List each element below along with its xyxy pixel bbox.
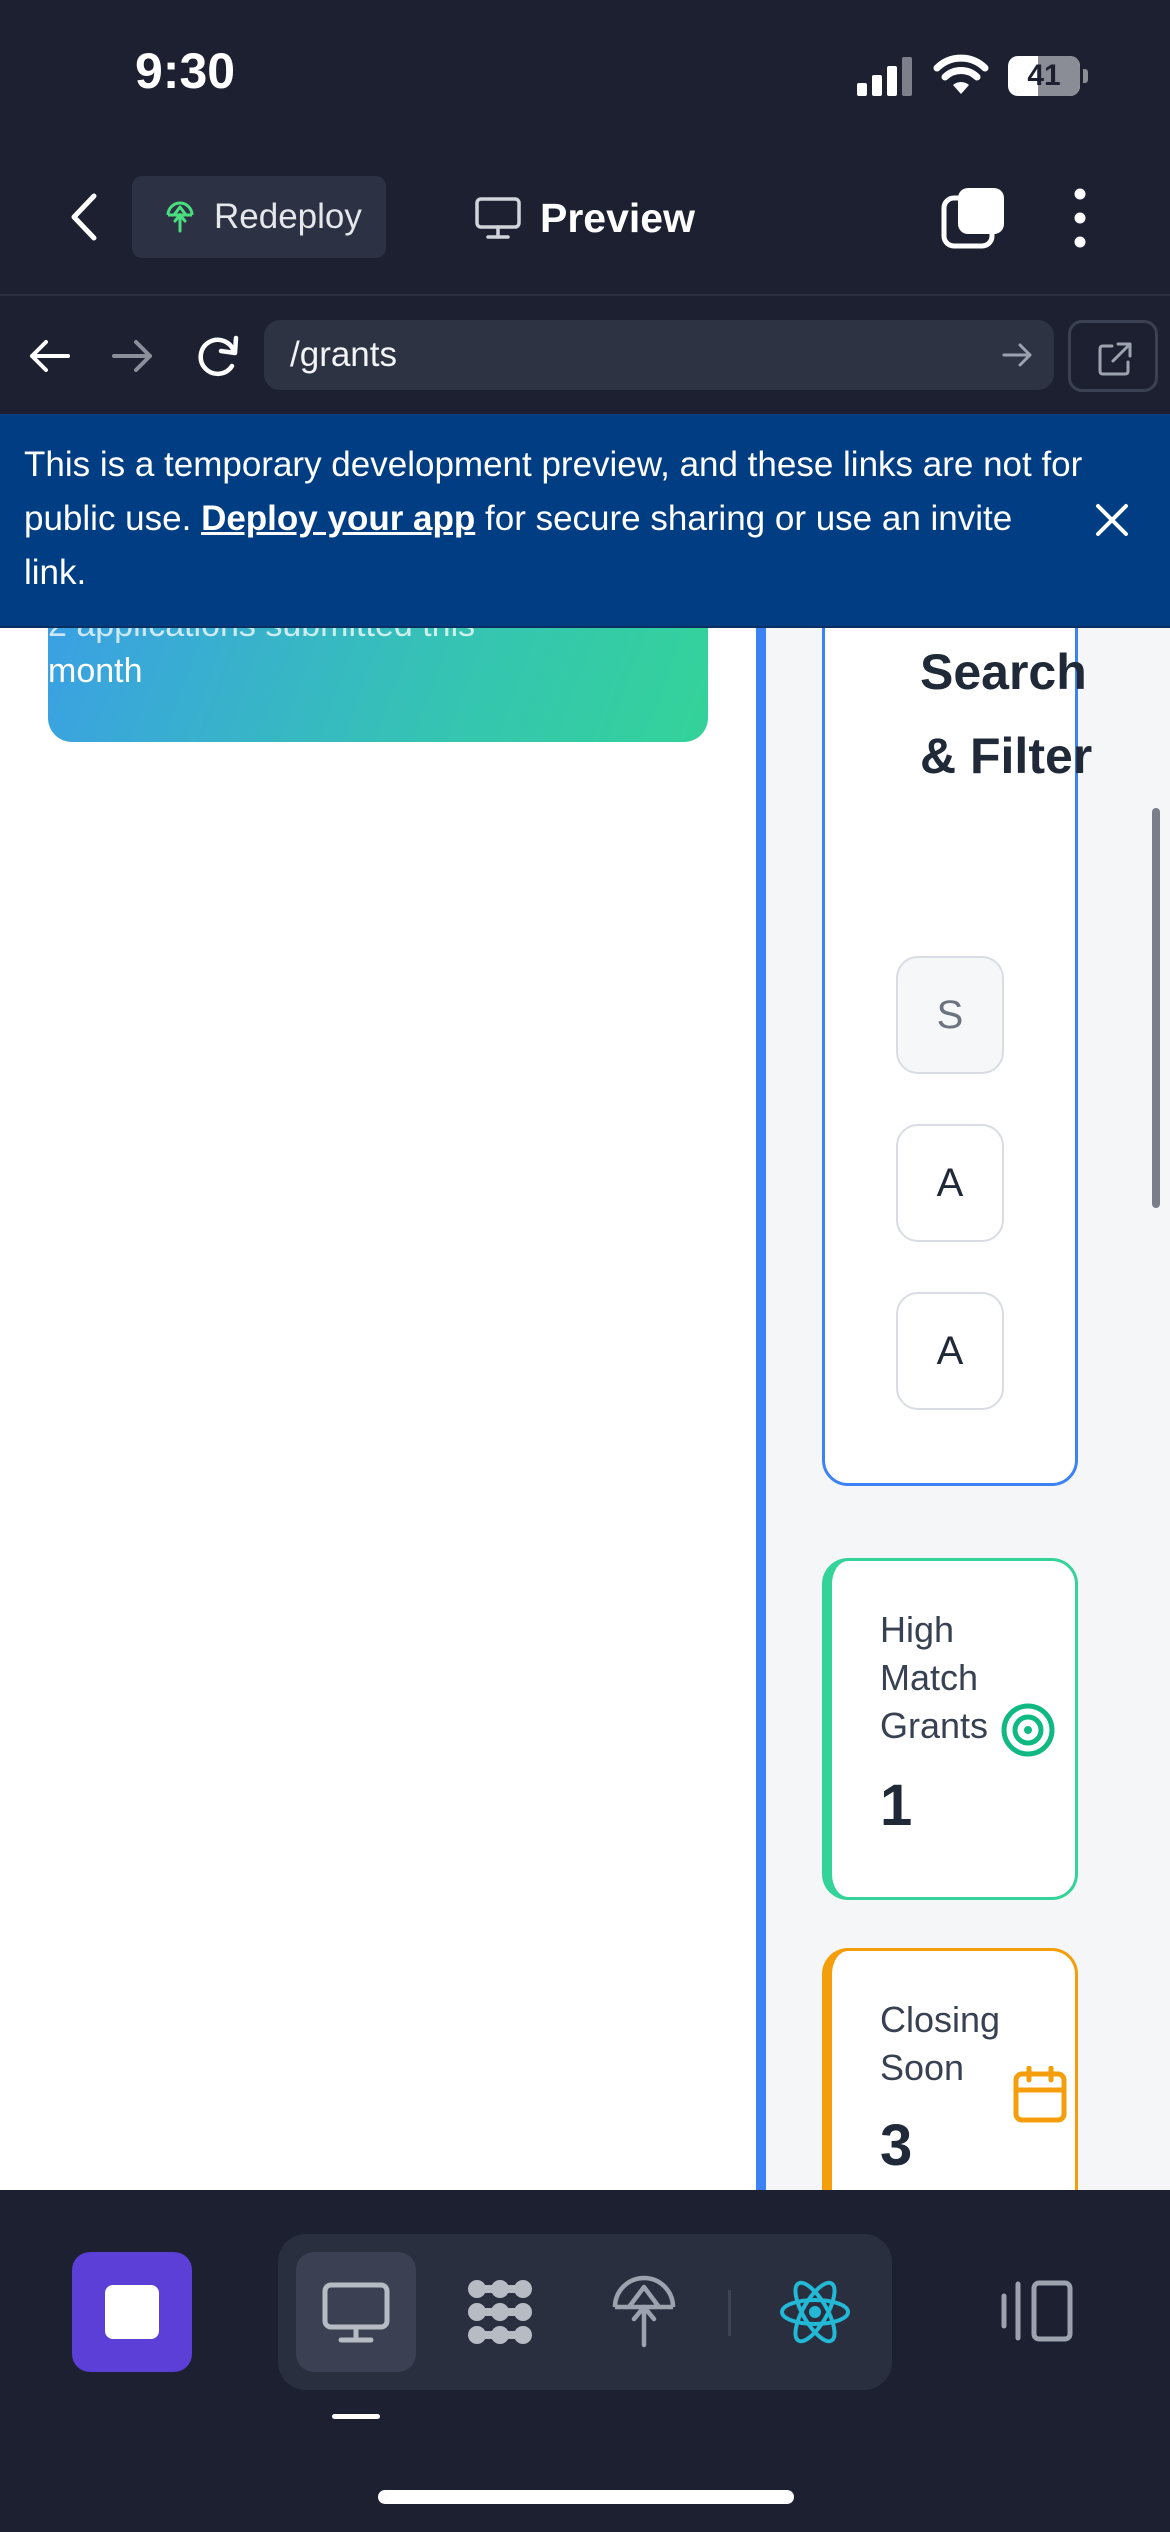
panel-icon[interactable] <box>1000 2278 1074 2344</box>
browser-forward-icon[interactable] <box>108 336 158 376</box>
wifi-icon <box>933 54 989 94</box>
search-filter-title: Search & Filter <box>920 644 1093 784</box>
search-button[interactable]: S <box>896 956 1004 1074</box>
target-icon <box>1001 1703 1055 1757</box>
redeploy-label: Redeploy <box>214 197 362 236</box>
signal-icon <box>857 57 912 96</box>
filter-button-1[interactable]: A <box>896 1124 1004 1242</box>
summary-text: month <box>48 652 143 690</box>
monitor-icon <box>475 197 521 239</box>
preview-label: Preview <box>540 194 695 241</box>
deploy-app-link[interactable]: Deploy your app <box>201 499 475 538</box>
stop-button[interactable] <box>72 2252 192 2372</box>
url-input[interactable]: /grants <box>264 320 1054 390</box>
url-text: /grants <box>290 335 397 374</box>
battery-indicator: 41 <box>1008 56 1088 96</box>
tool-separator <box>728 2290 731 2336</box>
deploy-tool-icon[interactable] <box>607 2275 681 2349</box>
open-external-button[interactable] <box>1068 320 1158 392</box>
preview-title: Preview <box>474 190 695 246</box>
panel-divider <box>756 628 766 2190</box>
dots-icon[interactable] <box>463 2275 537 2349</box>
closing-soon-value: 3 <box>880 2113 913 2178</box>
react-icon[interactable] <box>778 2275 852 2349</box>
filter-button-2[interactable]: A <box>896 1292 1004 1410</box>
banner-text: This is a temporary development preview,… <box>24 445 1083 592</box>
external-link-icon <box>1098 342 1132 376</box>
closing-soon-label: Closing Soon <box>880 1999 1001 2088</box>
deploy-icon <box>166 201 194 233</box>
status-time: 9:30 <box>135 43 236 99</box>
home-indicator[interactable] <box>378 2490 794 2504</box>
browser-back-icon[interactable] <box>24 336 74 376</box>
reload-icon[interactable] <box>192 330 244 382</box>
tabs-icon[interactable] <box>940 186 1006 250</box>
redeploy-button[interactable]: Redeploy <box>132 176 386 258</box>
battery-level: 41 <box>1027 59 1061 92</box>
desktop-icon <box>322 2282 390 2343</box>
active-tool-indicator <box>332 2414 380 2419</box>
close-icon[interactable] <box>1092 500 1132 540</box>
page-scrollbar[interactable] <box>1152 808 1160 1208</box>
high-match-value: 1 <box>880 1773 913 1838</box>
calendar-icon <box>1013 2066 1067 2123</box>
back-chevron-icon[interactable] <box>62 192 106 242</box>
stop-icon <box>105 2285 159 2339</box>
more-options-icon[interactable] <box>1060 186 1100 250</box>
go-arrow-icon[interactable] <box>1002 342 1034 368</box>
dev-preview-banner: This is a temporary development preview,… <box>0 414 1170 628</box>
